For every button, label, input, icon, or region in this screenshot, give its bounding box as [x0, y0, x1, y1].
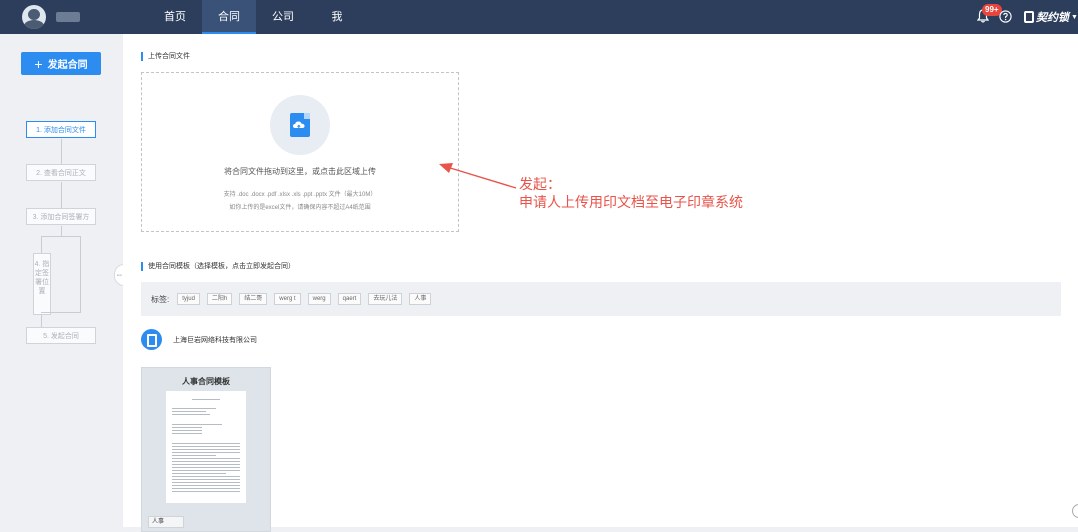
step-start-contract[interactable]: 5. 发起合同	[26, 327, 96, 344]
annotation-arrow-icon	[439, 163, 517, 189]
brand-name: 契约锁	[1036, 12, 1069, 24]
step-connector	[41, 315, 42, 327]
drop-instruction: 将合同文件拖动到这里，或点击此区域上传	[224, 167, 376, 176]
step-sign-position[interactable]: 4. 指定签署位置	[33, 253, 51, 315]
template-card[interactable]: 人事合同模板 人事	[141, 367, 271, 532]
step-sign-position-label: 4. 指定签署位置	[34, 261, 50, 295]
company-name: 上海巨岩网络科技有限公司	[173, 337, 257, 344]
tag-item[interactable]: werg t	[274, 293, 301, 305]
cloud-upload-glyph	[293, 121, 305, 129]
top-navigation-bar: 首页 合同 公司 我 99+ 契约锁 ▼	[0, 0, 1078, 34]
step-connector	[80, 236, 81, 312]
start-contract-button[interactable]: + 发起合同	[21, 52, 101, 75]
upload-section-title: 上传合同文件	[141, 52, 190, 61]
step-add-file[interactable]: 1. 添加合同文件	[26, 121, 96, 138]
step-connector	[61, 139, 62, 164]
tag-item[interactable]: 结二哥	[239, 293, 268, 305]
tag-item[interactable]: werg	[307, 293, 331, 305]
help-icon[interactable]	[999, 10, 1012, 23]
step-connector	[41, 312, 81, 313]
template-tag-label: 人事	[148, 516, 184, 528]
step-connector	[41, 236, 81, 237]
template-section-title: 使用合同模板（选择模板，点击立即发起合同）	[141, 262, 295, 271]
plus-icon: +	[34, 55, 43, 72]
supported-formats: 支持 .doc .docx .pdf .xlsx .xls .ppt .pptx…	[223, 192, 377, 198]
nav-home[interactable]: 首页	[148, 0, 202, 34]
brand-logo[interactable]: 契约锁 ▼	[1024, 8, 1078, 26]
chevron-down-icon: ▼	[1071, 13, 1078, 21]
nav-me[interactable]: 我	[310, 0, 364, 34]
step-connector	[61, 226, 62, 236]
template-card-title: 人事合同模板	[182, 377, 230, 386]
step-add-signers[interactable]: 3. 添加合同签署方	[26, 208, 96, 225]
step-connector	[61, 182, 62, 208]
file-drop-zone[interactable]: 将合同文件拖动到这里，或点击此区域上传 支持 .doc .docx .pdf .…	[141, 72, 459, 232]
user-avatar[interactable]	[22, 5, 46, 29]
steps-sidebar: + 发起合同 1. 添加合同文件 2. 查看合同正文 3. 添加合同签署方 4.…	[0, 34, 125, 527]
tag-item[interactable]: 二阳h	[206, 293, 233, 305]
company-logo-icon	[141, 329, 162, 350]
step-connector	[41, 236, 42, 253]
tag-item[interactable]: tyjud	[177, 293, 200, 305]
username-blurred[interactable]	[56, 12, 80, 22]
main-content: 上传合同文件 将合同文件拖动到这里，或点击此区域上传 支持 .doc .docx…	[123, 34, 1078, 532]
tag-filter-bar: 标签: tyjud 二阳h 结二哥 werg t werg qaert 去玩儿法…	[141, 282, 1061, 316]
step-view-content[interactable]: 2. 查看合同正文	[26, 164, 96, 181]
upload-icon-circle	[270, 95, 330, 155]
tag-label: 标签:	[151, 294, 170, 304]
main-nav: 首页 合同 公司 我	[148, 0, 364, 34]
start-contract-label: 发起合同	[47, 60, 88, 71]
excel-note: 如你上传的是excel文件，请确保内容不超过A4纸范围	[229, 205, 371, 211]
tag-item[interactable]: qaert	[337, 293, 362, 305]
cloud-upload-icon	[290, 113, 310, 137]
annotation-line-2: 申请人上传用印文档至电子印章系统	[519, 195, 743, 211]
annotation-line-1: 发起：	[519, 177, 561, 193]
brand-mark-icon	[1024, 11, 1034, 23]
nav-contract[interactable]: 合同	[202, 0, 256, 34]
nav-company[interactable]: 公司	[256, 0, 310, 34]
tag-item[interactable]: 人事	[409, 293, 432, 305]
tag-item[interactable]: 去玩儿法	[368, 293, 403, 305]
document-preview-thumbnail	[166, 391, 246, 503]
